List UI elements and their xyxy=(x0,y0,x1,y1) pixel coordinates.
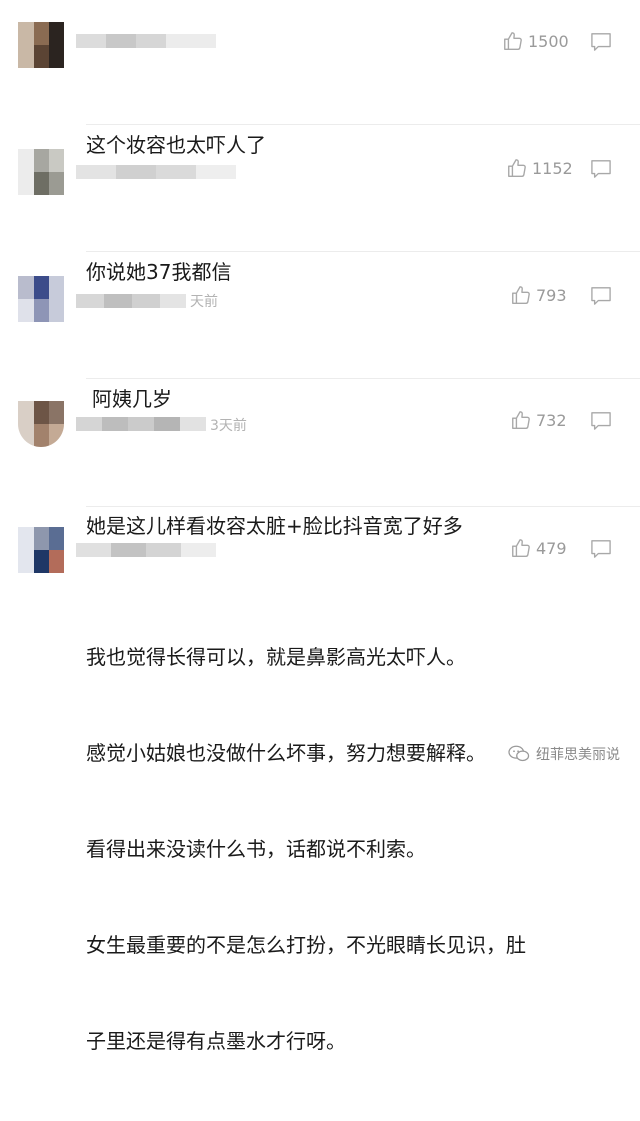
like-button[interactable]: 479 xyxy=(510,537,567,559)
comment-line: 女生最重要的不是怎么打扮，不光眼睛长见识，肚 xyxy=(86,933,526,957)
thumbs-up-icon xyxy=(512,411,530,429)
comment-bubble-icon xyxy=(591,412,611,430)
thumbs-up-icon xyxy=(504,32,522,50)
reply-button[interactable] xyxy=(590,539,612,563)
avatar[interactable] xyxy=(18,276,64,322)
comment-line: 感觉小姑娘也没做什么坏事，努力想要解释。 xyxy=(86,741,486,765)
username-blurred[interactable] xyxy=(76,165,236,179)
comment-bubble-icon xyxy=(591,287,611,305)
like-button[interactable]: 732 xyxy=(510,409,567,431)
username-blurred[interactable] xyxy=(76,417,206,431)
avatar[interactable] xyxy=(18,401,64,447)
avatar[interactable] xyxy=(18,527,64,573)
comment-line: 我也觉得长得可以，就是鼻影高光太吓人。 xyxy=(86,645,466,669)
comment-line: 子里还是得有点墨水才行呀。 xyxy=(86,1029,346,1053)
like-count: 1500 xyxy=(528,31,569,51)
like-count: 732 xyxy=(536,410,567,430)
username-blurred[interactable] xyxy=(76,34,216,48)
avatar[interactable] xyxy=(18,149,64,195)
comment-text: 我也觉得长得可以，就是鼻影高光太吓人。 感觉小姑娘也没做什么坏事，努力想要解释。… xyxy=(86,577,526,1121)
reply-button[interactable] xyxy=(590,286,612,310)
username-blurred[interactable] xyxy=(76,294,186,308)
reply-button[interactable] xyxy=(590,411,612,435)
comment-bubble-icon xyxy=(591,540,611,558)
like-button[interactable]: 793 xyxy=(510,284,567,306)
reply-button[interactable] xyxy=(590,32,612,56)
comment-bubble-icon xyxy=(591,160,611,178)
wechat-icon xyxy=(508,745,530,762)
reply-button[interactable] xyxy=(590,159,612,183)
like-button[interactable]: 1500 xyxy=(502,30,569,52)
avatar[interactable] xyxy=(18,22,64,68)
like-count: 793 xyxy=(536,285,567,305)
comment-item: 1500 这个妆容也太吓人了 xyxy=(0,0,640,157)
username-blurred[interactable] xyxy=(76,543,216,557)
comment-item: 3天前 732 她是这儿样看妆容太脏+脸比抖音宽了好多 xyxy=(0,379,640,538)
thumbs-up-icon xyxy=(512,286,530,304)
comment-item: 1152 你说她37我都信 xyxy=(0,125,640,284)
watermark-text: 纽菲思美丽说 xyxy=(536,747,620,763)
like-count: 1152 xyxy=(532,158,573,178)
comment-item: 天前 793 阿姨几岁 xyxy=(0,252,640,411)
like-button[interactable]: 1152 xyxy=(506,157,573,179)
watermark: 纽菲思美丽说 xyxy=(508,744,620,764)
comment-time: 3天前 xyxy=(210,418,247,434)
thumbs-up-icon xyxy=(508,159,526,177)
comment-bubble-icon xyxy=(591,33,611,51)
comment-line: 看得出来没读什么书，话都说不利索。 xyxy=(86,837,426,861)
comment-time: 天前 xyxy=(190,294,218,310)
like-count: 479 xyxy=(536,538,567,558)
thumbs-up-icon xyxy=(512,539,530,557)
